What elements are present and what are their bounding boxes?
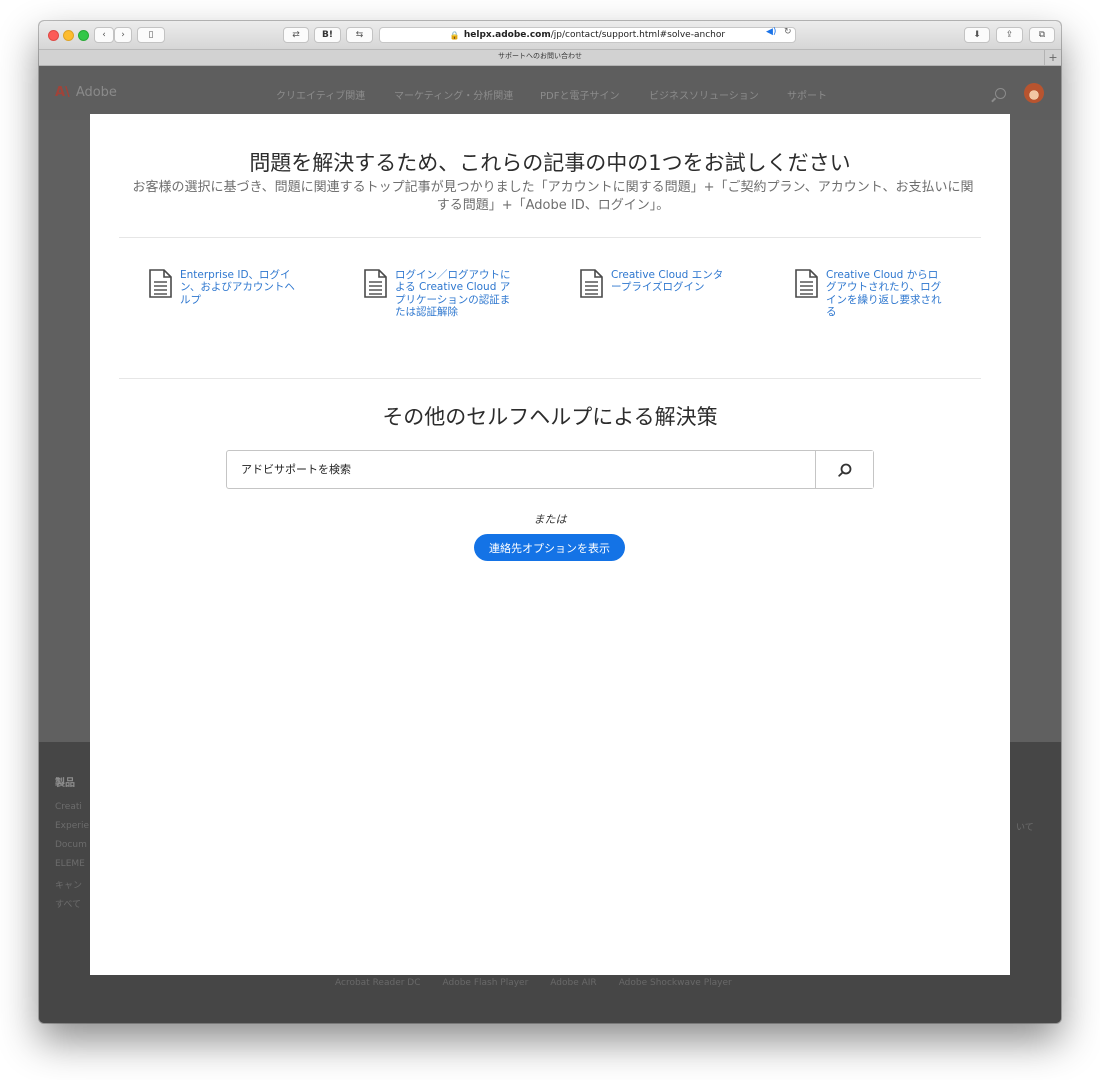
minimize-window-button[interactable] — [63, 30, 74, 41]
article-link-1[interactable]: Enterprise ID、ログイン、およびアカウントヘルプ — [149, 269, 329, 306]
chevron-right-icon: › — [121, 30, 125, 40]
chevron-left-icon: ‹ — [102, 30, 106, 40]
browser-window: ‹ › ▯ ⇄ B! ⇆ 🔒 helpx.adobe.com/jp/contac… — [39, 21, 1061, 1023]
modal-title: 問題を解決するため、これらの記事の中の1つをお試しください — [249, 151, 851, 175]
footer-shockwave-link[interactable]: Adobe Shockwave Player — [619, 978, 732, 988]
extension-button-2[interactable]: ⇆ — [346, 27, 373, 43]
nav-pdf[interactable]: PDFと電子サイン — [540, 87, 619, 102]
document-icon — [580, 269, 603, 298]
article-title: Creative Cloud からログアウトされたり、ログインを繰り返し要求され… — [826, 269, 942, 318]
or-separator: または — [533, 513, 567, 526]
address-bar[interactable]: 🔒 helpx.adobe.com/jp/contact/support.htm… — [379, 27, 796, 43]
footer-heading: 製品 — [55, 778, 75, 789]
support-search-input[interactable] — [227, 451, 815, 488]
footer-product-links: Acrobat Reader DC Adobe Flash Player Ado… — [335, 978, 732, 988]
forward-button[interactable]: › — [114, 27, 132, 43]
document-icon — [364, 269, 387, 298]
nav-support[interactable]: サポート — [787, 87, 827, 102]
footer-link[interactable]: キャン — [55, 878, 82, 891]
close-window-button[interactable] — [48, 30, 59, 41]
avatar[interactable] — [1024, 83, 1044, 103]
support-search — [226, 450, 874, 489]
back-button[interactable]: ‹ — [94, 27, 114, 43]
hatena-bookmark-label: B! — [322, 30, 333, 40]
browser-toolbar: ‹ › ▯ ⇄ B! ⇆ 🔒 helpx.adobe.com/jp/contac… — [39, 21, 1061, 50]
share-button[interactable]: ⇪ — [996, 27, 1023, 43]
footer-link[interactable]: Creati — [55, 802, 82, 812]
sidebar-icon: ▯ — [148, 30, 154, 40]
new-tab-button[interactable]: + — [1044, 50, 1061, 65]
footer-air-link[interactable]: Adobe AIR — [550, 978, 596, 988]
tabs-icon: ⧉ — [1038, 30, 1046, 40]
extension-button-1[interactable]: ⇄ — [283, 27, 309, 43]
article-title: Enterprise ID、ログイン、およびアカウントヘルプ — [180, 269, 295, 306]
tab-bar: サポートへのお問い合わせ + — [39, 50, 1061, 66]
article-title: Creative Cloud エンタープライズログイン — [611, 269, 724, 294]
support-search-button[interactable] — [815, 451, 873, 488]
tabs-overview-button[interactable]: ⧉ — [1029, 27, 1055, 43]
adobe-logo-mark: A\ — [55, 85, 70, 100]
nav-marketing[interactable]: マーケティング・分析関連 — [394, 87, 513, 102]
search-icon — [837, 463, 851, 477]
download-icon: ⬇ — [973, 30, 981, 40]
tab-current[interactable]: サポートへのお問い合わせ — [39, 51, 1041, 61]
nav-creative[interactable]: クリエイティブ関連 — [276, 87, 365, 102]
share-icon: ⇪ — [1005, 30, 1014, 40]
audio-icon[interactable]: ◀) — [766, 27, 776, 37]
footer-link[interactable]: すべて — [55, 897, 81, 910]
divider — [119, 237, 981, 238]
document-icon — [149, 269, 172, 298]
footer-right-fragment[interactable]: いて — [1016, 820, 1034, 833]
lock-icon: 🔒 — [449, 30, 460, 40]
downloads-button[interactable]: ⬇ — [964, 27, 990, 43]
self-help-title: その他のセルフヘルプによる解決策 — [382, 405, 718, 429]
nav-business[interactable]: ビジネスソリューション — [649, 87, 759, 102]
document-icon — [795, 269, 818, 298]
site-header: A\ Adobe クリエイティブ関連 マーケティング・分析関連 PDFと電子サイ… — [39, 66, 1061, 120]
footer-link[interactable]: ELEME — [55, 859, 85, 869]
show-contact-options-button[interactable]: 連絡先オプションを表示 — [474, 534, 625, 561]
footer-acrobat-link[interactable]: Acrobat Reader DC — [335, 978, 421, 988]
sidebar-button[interactable]: ▯ — [137, 27, 165, 43]
reload-icon[interactable]: ↻ — [784, 27, 792, 37]
solution-modal: 問題を解決するため、これらの記事の中の1つをお試しください お客様の選択に基づき… — [90, 114, 1010, 975]
adobe-logo-text: Adobe — [75, 85, 117, 100]
divider — [119, 378, 981, 379]
site-search-icon[interactable] — [995, 88, 1006, 99]
article-link-2[interactable]: ログイン／ログアウトによる Creative Cloud アプリケーションの認証… — [364, 269, 544, 318]
modal-subtitle: お客様の選択に基づき、問題に関連するトップ記事が見つかりました「アカウントに関す… — [132, 180, 974, 213]
url-path: /jp/contact/support.html#solve-anchor — [550, 30, 726, 40]
footer-link[interactable]: Experie — [55, 821, 89, 831]
footer-flash-link[interactable]: Adobe Flash Player — [443, 978, 529, 988]
adobe-logo[interactable]: A\ Adobe — [55, 85, 117, 100]
share-arrows-icon: ⇆ — [355, 30, 364, 40]
article-link-3[interactable]: Creative Cloud エンタープライズログイン — [580, 269, 760, 298]
article-title: ログイン／ログアウトによる Creative Cloud アプリケーションの認証… — [395, 269, 511, 318]
extension-icon: ⇄ — [292, 30, 300, 40]
footer-link[interactable]: Docum — [55, 840, 87, 850]
zoom-window-button[interactable] — [78, 30, 89, 41]
hatena-bookmark-button[interactable]: B! — [314, 27, 341, 43]
url-host: helpx.adobe.com — [463, 30, 551, 40]
article-link-4[interactable]: Creative Cloud からログアウトされたり、ログインを繰り返し要求され… — [795, 269, 975, 318]
